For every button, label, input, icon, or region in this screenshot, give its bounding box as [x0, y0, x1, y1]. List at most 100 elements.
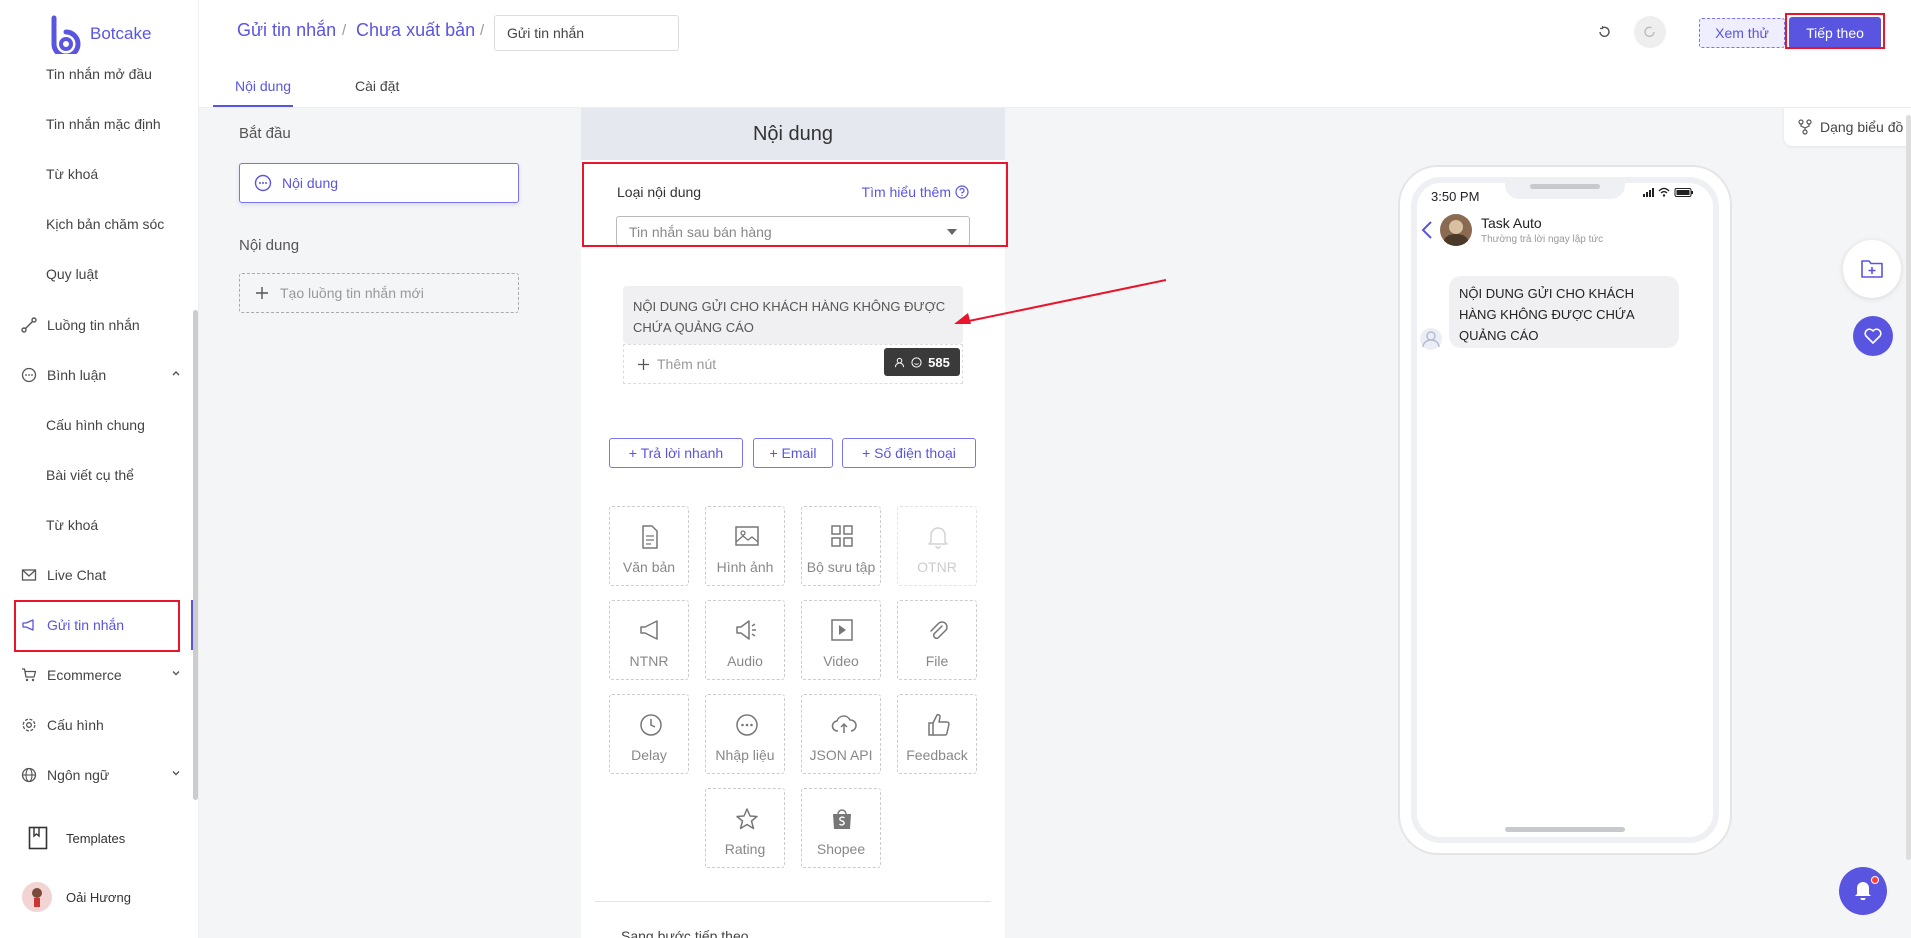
app-name: Botcake	[90, 24, 152, 43]
sidebar: Botcake Tin nhắn mở đầu Tin nhắn mặc địn…	[0, 0, 199, 938]
message-text-input[interactable]: NỘI DUNG GỬI CHO KHÁCH HÀNG KHÔNG ĐƯỢC C…	[623, 286, 963, 344]
folder-plus-icon	[1861, 260, 1883, 278]
flow-column: Bắt đầu Nội dung Nội dung Tạo luồng tin …	[199, 108, 581, 938]
tile-label: Văn bản	[622, 559, 676, 575]
sidebar-item-label: Ecommerce	[47, 667, 122, 683]
tab-content[interactable]: Nội dung	[235, 78, 291, 94]
tile-file[interactable]: File	[897, 600, 977, 680]
shopee-bag-icon	[833, 809, 851, 829]
tile-label: Shopee	[816, 841, 866, 857]
tile-label: Delay	[631, 747, 667, 763]
user-icon	[895, 357, 905, 367]
flow-node-label: Nội dung	[282, 175, 339, 191]
chevron-down-icon	[172, 671, 180, 676]
next-step-label[interactable]: Sang bước tiếp theo	[621, 928, 749, 938]
tile-shopee[interactable]: Shopee	[801, 788, 881, 868]
sidebar-scrollbar[interactable]	[193, 310, 198, 800]
breadcrumb-separator: /	[342, 22, 347, 39]
sidebar-item-config[interactable]: Cấu hình	[21, 717, 181, 733]
tile-json-api[interactable]: JSON API	[801, 694, 881, 774]
paperclip-icon	[930, 621, 948, 640]
tile-label: JSON API	[809, 747, 873, 763]
add-folder-button[interactable]	[1843, 240, 1901, 298]
flow-icon	[21, 317, 37, 333]
sidebar-item-live-chat[interactable]: Live Chat	[21, 567, 181, 583]
tile-label: Video	[823, 653, 859, 669]
flow-content-label: Nội dung	[239, 237, 300, 254]
sidebar-item-welcome-message[interactable]: Tin nhắn mở đầu	[46, 66, 152, 82]
editor-divider	[595, 901, 991, 902]
quick-reply-button[interactable]: + Trả lời nhanh	[609, 438, 743, 468]
flow-start-label: Bắt đầu	[239, 125, 291, 142]
sidebar-item-keyword[interactable]: Từ khoá	[46, 166, 98, 182]
tile-rating[interactable]: Rating	[705, 788, 785, 868]
editor-title: Nội dung	[581, 108, 1005, 160]
tile-text[interactable]: Văn bản	[609, 506, 689, 586]
sidebar-item-care-script[interactable]: Kịch bản chăm sóc	[46, 216, 164, 232]
sidebar-item-label: Ngôn ngữ	[47, 767, 110, 783]
user-name: Oải Hương	[66, 889, 131, 905]
tile-delay[interactable]: Delay	[609, 694, 689, 774]
tile-video[interactable]: Video	[801, 600, 881, 680]
tile-input[interactable]: Nhập liệu	[705, 694, 785, 774]
sidebar-item-comment-keyword[interactable]: Từ khoá	[46, 517, 98, 533]
sidebar-item-ecommerce[interactable]: Ecommerce	[21, 667, 181, 683]
redo-button[interactable]	[1634, 16, 1666, 48]
preview-button[interactable]: Xem thử	[1699, 18, 1785, 48]
highlight-box-content-type	[582, 162, 1008, 247]
diagram-view-button[interactable]: Dạng biểu đồ	[1784, 108, 1911, 146]
bell-icon	[928, 527, 948, 549]
sidebar-item-label: Cấu hình	[47, 717, 104, 733]
plus-icon	[256, 287, 268, 299]
tile-label: Audio	[727, 653, 763, 669]
tile-label: Hình ảnh	[716, 559, 774, 575]
back-arrow-icon[interactable]	[1421, 220, 1433, 240]
sidebar-item-flow[interactable]: Luồng tin nhắn	[21, 317, 181, 333]
sidebar-item-language[interactable]: Ngôn ngữ	[21, 767, 181, 783]
phone-home-indicator	[1505, 827, 1625, 832]
notification-button[interactable]	[1839, 867, 1887, 915]
add-button-label: Thêm nút	[657, 356, 717, 372]
emoji-icon	[911, 356, 922, 368]
add-flow-button[interactable]: Tạo luồng tin nhắn mới	[239, 273, 519, 313]
page-scrollbar[interactable]	[1906, 115, 1911, 860]
campaign-name-input[interactable]: Gửi tin nhắn	[494, 15, 679, 51]
breadcrumb-send-message[interactable]: Gửi tin nhắn	[237, 20, 336, 41]
email-button[interactable]: + Email	[753, 438, 833, 468]
annotation-arrow	[954, 279, 1167, 324]
tile-image[interactable]: Hình ảnh	[705, 506, 785, 586]
tile-otnr: OTNR	[897, 506, 977, 586]
mail-icon	[21, 569, 37, 581]
tile-label: Bộ sưu tập	[806, 559, 876, 575]
favorite-button[interactable]	[1853, 316, 1893, 356]
breadcrumb-unpublished[interactable]: Chưa xuất bản	[356, 20, 475, 41]
bot-status: Thường trả lời ngay lập tức	[1481, 234, 1604, 245]
tab-settings[interactable]: Cài đặt	[355, 78, 399, 94]
sidebar-item-specific-post[interactable]: Bài viết cụ thể	[46, 467, 134, 483]
logo[interactable]: Botcake	[48, 14, 151, 54]
user-profile[interactable]: Oải Hương	[22, 882, 131, 912]
tile-gallery[interactable]: Bộ sưu tập	[801, 506, 881, 586]
cart-icon	[22, 668, 37, 682]
tile-audio[interactable]: Audio	[705, 600, 785, 680]
undo-icon[interactable]	[1597, 25, 1611, 39]
sidebar-item-general-config[interactable]: Cấu hình chung	[46, 417, 145, 433]
sidebar-item-comment[interactable]: Bình luận	[21, 367, 181, 383]
sidebar-item-label: Bình luận	[47, 367, 107, 383]
tile-feedback[interactable]: Feedback	[897, 694, 977, 774]
flow-start-node[interactable]: Nội dung	[239, 163, 519, 203]
tile-ntnr[interactable]: NTNR	[609, 600, 689, 680]
phone-speaker	[1530, 184, 1600, 189]
avatar	[22, 882, 52, 912]
tile-label: Rating	[724, 841, 766, 857]
sidebar-item-label: Templates	[66, 830, 126, 846]
sidebar-item-default-message[interactable]: Tin nhắn mặc định	[46, 116, 161, 132]
sidebar-item-label: Luồng tin nhắn	[47, 317, 140, 333]
diagram-view-label: Dạng biểu đồ	[1820, 119, 1904, 135]
gear-icon	[22, 718, 36, 732]
phone-number-button[interactable]: + Số điện thoại	[842, 438, 976, 468]
chevron-up-icon	[172, 371, 180, 376]
grid-icon	[831, 525, 853, 547]
sidebar-item-templates[interactable]: Templates	[28, 826, 125, 850]
sidebar-item-rules[interactable]: Quy luật	[46, 266, 98, 282]
